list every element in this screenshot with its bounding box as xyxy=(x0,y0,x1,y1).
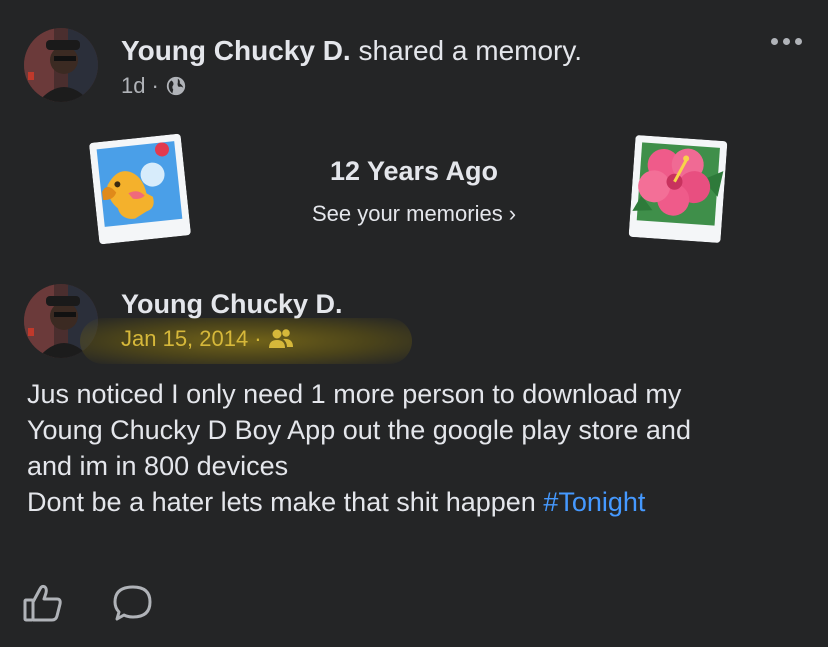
post-meta-line: Jan 15, 2014 · xyxy=(121,326,294,352)
post-text-line: and im in 800 devices xyxy=(27,451,289,481)
post-text-line: Dont be a hater lets make that shit happ… xyxy=(27,484,807,520)
more-options-icon[interactable] xyxy=(771,38,802,45)
hibiscus-photo-icon xyxy=(628,135,728,243)
friends-icon xyxy=(268,328,294,350)
post-date[interactable]: Jan 15, 2014 xyxy=(121,326,248,352)
post-text-line: Young Chucky D Boy App out the google pl… xyxy=(27,415,691,445)
globe-icon xyxy=(165,75,187,97)
post-meta: 1d · xyxy=(121,72,187,100)
post-text-line: Jus noticed I only need 1 more person to… xyxy=(27,379,682,409)
post-text-line-4: Dont be a hater lets make that shit happ… xyxy=(27,487,544,517)
dog-photo-icon xyxy=(89,133,191,245)
chevron-right-icon: › xyxy=(508,201,517,226)
action-text: shared a memory. xyxy=(358,35,583,66)
like-icon[interactable] xyxy=(22,583,64,623)
shared-memory-headline: Young Chucky D. shared a memory. xyxy=(121,34,582,68)
post-time[interactable]: 1d xyxy=(121,72,145,100)
meta-separator: · xyxy=(151,73,159,98)
post-author-name[interactable]: Young Chucky D. xyxy=(121,289,343,320)
dot-icon xyxy=(783,38,790,45)
see-memories-label: See your memories xyxy=(311,201,503,226)
hashtag-link[interactable]: #Tonight xyxy=(543,487,645,517)
dot-icon xyxy=(795,38,802,45)
author-name[interactable]: Young Chucky D. xyxy=(121,35,351,66)
dot-icon xyxy=(771,38,778,45)
author-avatar[interactable] xyxy=(24,28,98,102)
post-body: Jus noticed I only need 1 more person to… xyxy=(27,376,807,520)
post-meta-separator: · xyxy=(254,326,262,351)
comment-icon[interactable] xyxy=(112,583,154,623)
